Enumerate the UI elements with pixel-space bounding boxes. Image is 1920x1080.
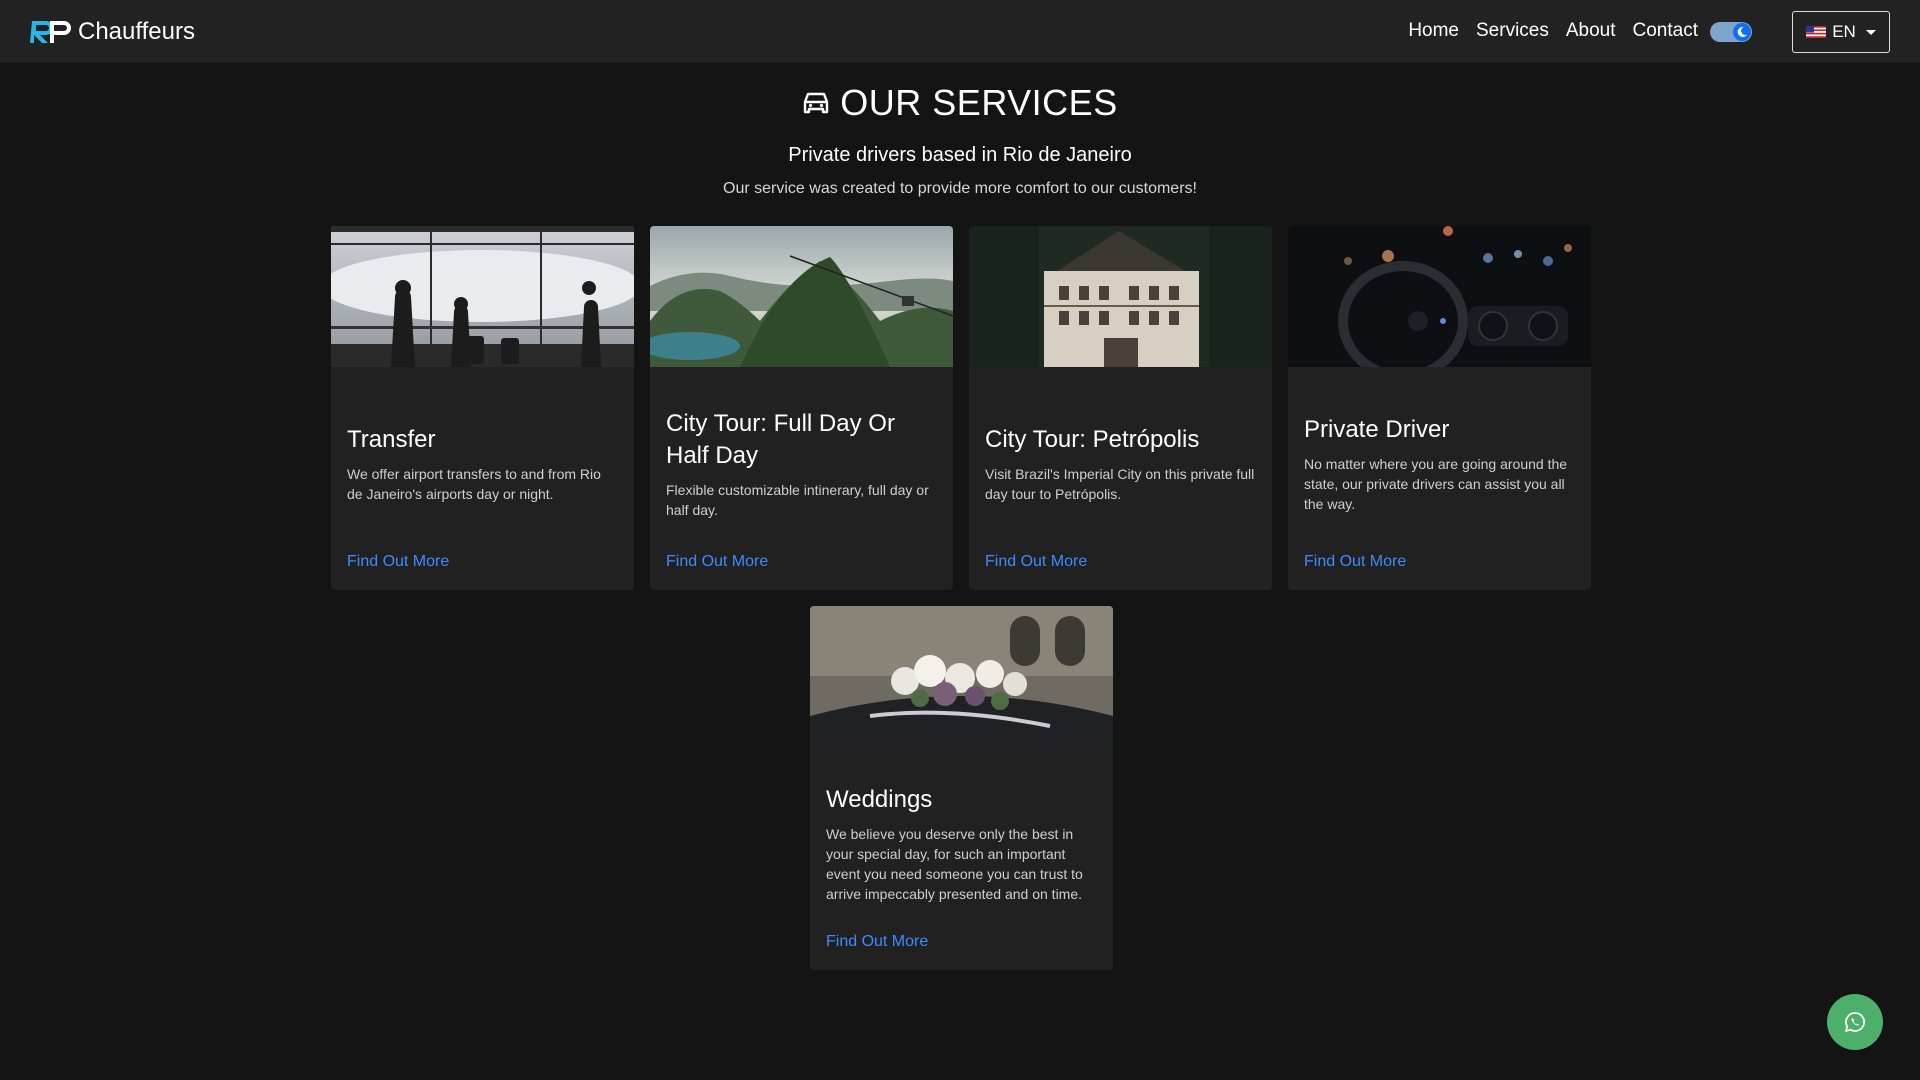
service-card-weddings: Weddings We believe you deserve only the…: [810, 606, 1113, 970]
nav-links: Home Services About Contact: [1408, 20, 1698, 42]
navbar: Chauffeurs Home Services About Contact E…: [0, 0, 1920, 63]
card-text: Visit Brazil's Imperial City on this pri…: [985, 465, 1255, 502]
transfer-image: [331, 226, 634, 367]
brand[interactable]: Chauffeurs: [30, 16, 195, 48]
card-title: Weddings: [826, 785, 933, 813]
nav-contact[interactable]: Contact: [1633, 20, 1698, 42]
service-card-private-driver: Private Driver No matter where you are g…: [1288, 226, 1591, 590]
nav-services[interactable]: Services: [1476, 20, 1549, 42]
service-card-petropolis: City Tour: Petrópolis Visit Brazil's Imp…: [969, 226, 1272, 590]
nav-home[interactable]: Home: [1408, 20, 1459, 42]
chevron-down-icon: [1865, 29, 1876, 35]
rp-logo-icon: [30, 21, 71, 43]
card-title: City Tour: Full Day Or Half Day: [666, 409, 895, 469]
card-text: We believe you deserve only the best in …: [826, 825, 1083, 902]
private-driver-image: [1288, 226, 1591, 367]
card-text: No matter where you are going around the…: [1304, 455, 1568, 512]
car-icon: [804, 92, 829, 114]
city-tour-image: [650, 226, 953, 367]
card-title: Transfer: [347, 425, 436, 453]
page-title: OUR SERVICES: [840, 82, 1118, 123]
find-out-more-link[interactable]: Find Out More: [347, 553, 449, 571]
service-card-city-tour: City Tour: Full Day Or Half Day Flexible…: [650, 226, 953, 590]
brand-name: Chauffeurs: [78, 18, 195, 45]
section-title: OUR SERVICES: [0, 82, 1920, 124]
page-lead: Our service was created to provide more …: [723, 180, 1197, 197]
language-dropdown[interactable]: EN: [1792, 11, 1890, 53]
find-out-more-link[interactable]: Find Out More: [666, 553, 768, 571]
whatsapp-chat-button[interactable]: [1827, 994, 1883, 1050]
moon-icon: [1737, 26, 1747, 37]
weddings-image: [810, 606, 1113, 747]
card-text: We offer airport transfers to and from R…: [347, 465, 601, 502]
us-flag-icon: [1806, 26, 1827, 38]
service-card-transfer: Transfer We offer airport transfers to a…: [331, 226, 634, 590]
nav-about[interactable]: About: [1566, 20, 1616, 42]
find-out-more-link[interactable]: Find Out More: [985, 553, 1087, 571]
whatsapp-icon: [1845, 1012, 1865, 1032]
find-out-more-link[interactable]: Find Out More: [1304, 553, 1406, 571]
language-label: EN: [1832, 22, 1856, 41]
card-title: City Tour: Petrópolis: [985, 425, 1200, 453]
card-title: Private Driver: [1304, 415, 1450, 443]
find-out-more-link[interactable]: Find Out More: [826, 933, 928, 951]
toggle-knob: [1733, 23, 1751, 41]
petropolis-image: [969, 226, 1272, 367]
card-text: Flexible customizable intinerary, full d…: [666, 481, 929, 518]
theme-toggle[interactable]: [1710, 22, 1752, 42]
page-subtitle: Private drivers based in Rio de Janeiro: [788, 144, 1132, 166]
